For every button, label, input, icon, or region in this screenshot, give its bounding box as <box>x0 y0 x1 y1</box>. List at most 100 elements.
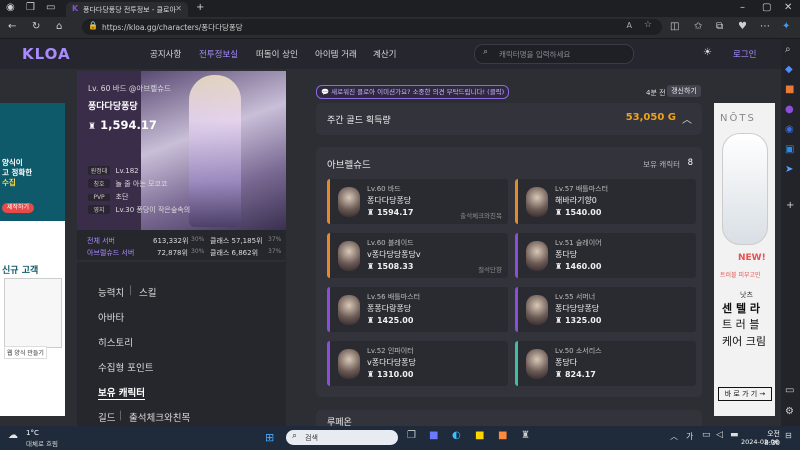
sidebar-search-icon[interactable]: ⌕ <box>785 43 791 57</box>
teams-icon[interactable]: ■ <box>429 430 438 441</box>
rank-pct-server: 30% <box>191 248 205 255</box>
volume-icon[interactable]: ◁ <box>716 430 723 440</box>
right-ad-line2: 낫츠 <box>740 291 753 299</box>
tab-actions-icon[interactable]: ▭ <box>46 1 55 15</box>
notification-icon[interactable]: ⊟ <box>785 431 792 440</box>
rank-pct-all: 30% <box>191 236 205 243</box>
taskbar-search[interactable]: ⌕ 검색 <box>286 430 398 445</box>
character-card[interactable]: Lv.52 인파이터 v퐁다다당퐁당 ♜ 1310.00 <box>327 341 508 386</box>
battery-icon[interactable]: ▬ <box>730 430 739 440</box>
sidebar-tools-icon[interactable]: ■ <box>785 83 794 97</box>
maximize-icon[interactable]: ▢ <box>762 1 771 15</box>
minimize-icon[interactable]: – <box>740 1 745 15</box>
menu-history[interactable]: 히스토리 <box>98 335 133 349</box>
profile-icon[interactable]: ◉ <box>6 1 15 15</box>
item-level-icon: ♜ <box>555 316 565 325</box>
nav-battle-info[interactable]: 전투정보실 <box>199 48 238 60</box>
left-ad-button[interactable]: 제작하기 <box>2 203 34 213</box>
menu-stats[interactable]: 능력치 <box>98 285 124 299</box>
sidebar-add-icon[interactable]: + <box>786 199 794 213</box>
menu-collection[interactable]: 수집형 포인트 <box>98 360 153 374</box>
left-ad-sub: 웹 양식 만들기 <box>4 346 47 359</box>
close-tab-icon[interactable]: ✕ <box>175 4 182 13</box>
rank-label-all: 전체 서버 <box>87 237 115 245</box>
home-icon[interactable]: ⌂ <box>56 20 62 34</box>
character-card[interactable]: Lv.60 블레이드 v퐁다당당퐁당v ♜ 1508.33 절석단향 <box>327 233 508 278</box>
new-tab-icon[interactable]: + <box>196 1 204 15</box>
url-field[interactable]: 🔒 https://kloa.gg/characters/퐁다다당퐁당 A ☆ <box>82 19 662 35</box>
app-s-icon[interactable]: ■ <box>498 430 507 441</box>
weather-icon[interactable]: ☁ <box>8 430 18 441</box>
task-view-icon[interactable]: ❐ <box>407 430 416 441</box>
shield-icon[interactable]: ♥ <box>738 20 747 34</box>
tray-chevron-icon[interactable]: ︿ <box>670 431 678 442</box>
edge-icon[interactable]: ◐ <box>452 430 461 441</box>
network-icon[interactable]: ▭ <box>702 430 711 440</box>
right-ad-brand: NŌTS <box>720 113 756 124</box>
item-level-icon: ♜ <box>367 370 377 379</box>
nav-calculator[interactable]: 계산기 <box>373 48 396 60</box>
menu-guild-name[interactable]: 출석체크와친목 <box>129 410 190 424</box>
character-card[interactable]: Lv.57 배틀마스터 해바라기향0 ♜ 1540.00 <box>515 179 696 224</box>
right-ad[interactable]: NŌTS NEW! 트러블 피부고민 낫츠 센 텔 라 트 러 블 케어 크림 … <box>714 103 775 416</box>
stat-row: 영지 Lv.30 퐁당이 작은숲속의 <box>88 205 190 218</box>
sidebar-panel-icon[interactable]: ▭ <box>785 384 794 398</box>
chevron-up-icon[interactable]: ︿ <box>682 111 692 126</box>
avatar <box>526 187 548 217</box>
favorites-icon[interactable]: ✩ <box>694 20 702 34</box>
settings-gear-icon[interactable]: ⚙ <box>785 405 794 419</box>
class-pct-server: 37% <box>268 248 282 255</box>
nav-notice[interactable]: 공지사항 <box>150 48 181 60</box>
gold-label: 주간 골드 획득량 <box>327 116 391 126</box>
nav-item-trade[interactable]: 아이템 거래 <box>315 48 357 60</box>
weekly-gold-panel[interactable]: 주간 골드 획득량 53,050 G ︿ <box>316 103 702 135</box>
read-aloud-icon[interactable]: A <box>627 21 632 30</box>
sidebar-tag-icon[interactable]: ◆ <box>785 63 793 77</box>
right-ad-product <box>722 133 768 245</box>
right-ad-line5: 케어 크림 <box>722 335 766 348</box>
left-ad[interactable]: 양식이 고 정확한 수집 제작하기 신규 고객 웹 양식 만들기 <box>0 103 65 416</box>
lostark-icon[interactable]: ♜ <box>521 430 530 441</box>
character-card[interactable]: Lv.60 바드 퐁다다당퐁당 ♜ 1594.17 출석체크와친목 <box>327 179 508 224</box>
menu-characters[interactable]: 보유 캐릭터 <box>98 385 146 400</box>
sidebar-games-icon[interactable]: ● <box>785 103 794 117</box>
menu-skills[interactable]: 스킬 <box>139 285 156 299</box>
sidebar-office-icon[interactable]: ◉ <box>785 123 794 137</box>
search-placeholder: 캐릭터명을 입력하세요 <box>499 50 571 59</box>
taskbar-search-label: 검색 <box>305 434 318 442</box>
refresh-button[interactable]: 갱신하기 <box>667 85 701 97</box>
refresh-icon[interactable]: ↻ <box>32 20 40 34</box>
split-screen-icon[interactable]: ◫ <box>670 20 679 34</box>
character-search[interactable]: ⌕ 캐릭터명을 입력하세요 <box>474 44 634 64</box>
browser-tab-bar: ◉ ❒ ▭ K 퐁다다당퐁당 전투정보 - 클로아 ✕ + – ▢ ✕ <box>0 0 800 17</box>
menu-guild[interactable]: 길드 <box>98 410 115 424</box>
character-card[interactable]: Lv.51 슬레이어 퐁다당 ♜ 1460.00 <box>515 233 696 278</box>
theme-toggle-icon[interactable]: ☀ <box>703 47 712 58</box>
login-link[interactable]: 로그인 <box>733 48 756 60</box>
character-card[interactable]: Lv.56 배틀마스터 퐁퐁다랑퐁당 ♜ 1425.00 <box>327 287 508 332</box>
copilot-icon[interactable]: ✦ <box>782 20 790 34</box>
collections-icon[interactable]: ⧉ <box>716 20 723 34</box>
right-ad-button[interactable]: 바 로 가 기 → <box>718 387 772 401</box>
site-logo[interactable]: KLOA <box>22 45 71 63</box>
favorite-star-icon[interactable]: ☆ <box>644 20 652 30</box>
nav-merchant[interactable]: 떠돌이 상인 <box>256 48 298 60</box>
character-card[interactable]: Lv.55 서머너 퐁다당당퐁당 ♜ 1325.00 <box>515 287 696 332</box>
kakaotalk-icon[interactable]: ■ <box>475 430 484 441</box>
sidebar-send-icon[interactable]: ➤ <box>785 163 793 177</box>
workspaces-icon[interactable]: ❒ <box>26 1 35 15</box>
sidebar-outlook-icon[interactable]: ▣ <box>785 143 794 157</box>
feedback-banner[interactable]: 💬 새로워진 클로아 이미션가요? 소중한 의견 부탁드립니다! (클릭) <box>316 85 510 99</box>
close-window-icon[interactable]: ✕ <box>784 1 792 15</box>
back-icon[interactable]: ← <box>8 20 16 34</box>
active-tab[interactable]: K 퐁다다당퐁당 전투정보 - 클로아 ✕ <box>66 2 188 17</box>
character-card[interactable]: Lv.50 소서리스 퐁당다 ♜ 824.17 <box>515 341 696 386</box>
rank-value-server: 72,878위 <box>157 249 188 257</box>
more-icon[interactable]: ⋯ <box>760 20 770 34</box>
start-icon[interactable]: ⊞ <box>265 431 274 444</box>
clock-date[interactable]: 2024-02-06 <box>741 438 779 446</box>
ime-lang[interactable]: 가 <box>686 431 693 442</box>
menu-avatar[interactable]: 아바타 <box>98 310 124 324</box>
item-level-icon: ♜ <box>367 316 377 325</box>
item-level-icon: ♜ <box>555 370 565 379</box>
